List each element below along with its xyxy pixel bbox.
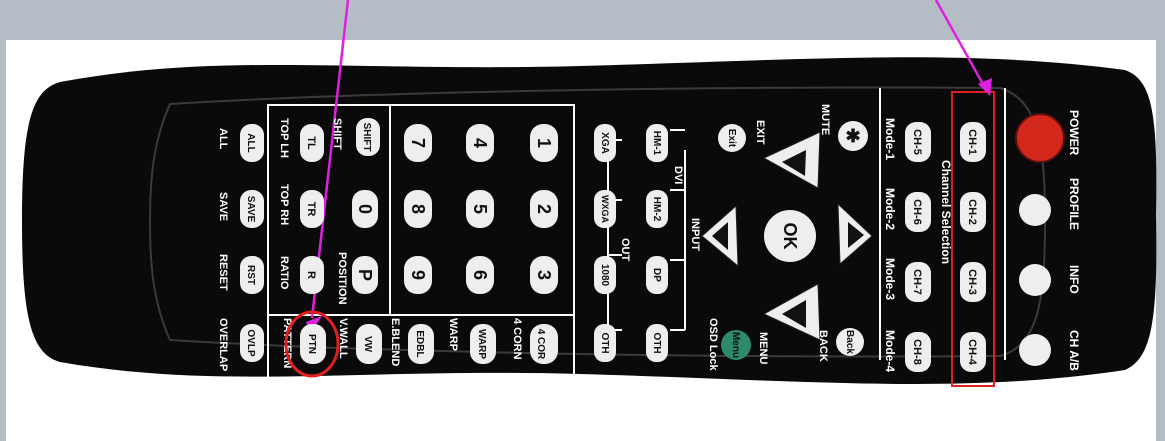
- all-text: ALL: [245, 133, 256, 152]
- ch6-text: CH-6: [911, 199, 923, 225]
- hm1-text: HM-1: [651, 131, 662, 156]
- rst-text: RST: [245, 265, 256, 285]
- mode2-label: Mode-2: [883, 188, 897, 230]
- oth-input-text: OTH: [651, 332, 662, 353]
- ch2-text: CH-2: [966, 199, 978, 225]
- ovlp-text: OVLP: [245, 329, 256, 357]
- out-label: OUT: [619, 238, 631, 262]
- ch7-text: CH-7: [911, 269, 923, 295]
- ch5-text: CH-5: [911, 129, 923, 155]
- ratio-label: RATIO: [278, 256, 290, 290]
- key-5-text: 5: [470, 204, 490, 214]
- key-0-text: 0: [355, 204, 375, 214]
- r-text: R: [305, 271, 317, 279]
- warp-text: WARP: [476, 329, 487, 359]
- ptn-text: PTN: [306, 334, 317, 354]
- edbl-text: EDBL: [414, 330, 425, 357]
- profile-button[interactable]: [1019, 194, 1051, 226]
- osd-lock-label: OSD Lock: [707, 318, 719, 371]
- position-label: POSITION: [336, 252, 348, 305]
- vw-text: VW: [362, 336, 373, 353]
- input-label: INPUT: [689, 218, 701, 251]
- wxga-text: WXGA: [600, 195, 610, 223]
- tr-text: TR: [305, 202, 317, 217]
- cor4-text: 4 COR: [535, 329, 546, 360]
- warp-label: WARP: [447, 318, 459, 351]
- reset-label: RESET: [217, 254, 229, 291]
- shift-label: SHIFT: [331, 118, 343, 150]
- mute-label: MUTE: [819, 104, 831, 135]
- remote-body: [22, 57, 1157, 384]
- shift-text: SHIFT: [361, 123, 372, 152]
- ch1-text: CH-1: [966, 129, 978, 155]
- xga-text: XGA: [599, 132, 610, 154]
- all-label: ALL: [217, 128, 229, 150]
- exit-text: Exit: [726, 129, 737, 148]
- key-2-text: 2: [534, 204, 554, 214]
- r1080-text: 1080: [599, 264, 610, 287]
- key-6-text: 6: [470, 270, 490, 280]
- ch3-text: CH-3: [966, 269, 978, 295]
- info-button[interactable]: [1019, 264, 1051, 296]
- mute-icon: ✱: [845, 126, 860, 146]
- back-text: Back: [844, 330, 855, 354]
- save-label: SAVE: [217, 192, 229, 221]
- dp-text: DP: [651, 268, 662, 282]
- info-label: INFO: [1067, 265, 1081, 294]
- key-9-text: 9: [408, 270, 428, 280]
- key-1-text: 1: [534, 138, 554, 148]
- exit-label: EXIT: [754, 120, 766, 145]
- mode4-label: Mode-4: [883, 330, 897, 372]
- key-4-text: 4: [470, 138, 490, 148]
- ok-text: OK: [780, 223, 800, 250]
- tl-text: TL: [305, 136, 317, 150]
- mode3-label: Mode-3: [883, 258, 897, 300]
- menu-text: Menu: [730, 332, 741, 358]
- hm2-text: HM-2: [651, 197, 662, 222]
- chab-label: CH A/B: [1067, 330, 1081, 371]
- mode1-label: Mode-1: [883, 118, 897, 160]
- channel-selection-label: Channel Selection: [939, 160, 953, 264]
- chab-button[interactable]: [1019, 334, 1051, 366]
- eblend-label: E.BLEND: [389, 318, 401, 366]
- menu-label: MENU: [757, 332, 769, 364]
- dvi-label: DVI: [672, 166, 684, 184]
- overlap-label: OVERLAP: [217, 318, 229, 371]
- ch4-text: CH-4: [966, 339, 978, 366]
- ch8-text: CH-8: [911, 339, 923, 365]
- top-rh-label: TOP RH: [278, 184, 290, 225]
- power-label: POWER: [1067, 110, 1081, 156]
- power-button[interactable]: [1015, 113, 1065, 163]
- save-text: SAVE: [245, 196, 256, 223]
- oth-output-text: OTH: [599, 332, 610, 353]
- profile-label: PROFILE: [1067, 178, 1081, 230]
- top-lh-label: TOP LH: [278, 118, 290, 158]
- remote-control-figure: POWER PROFILE INFO CH A/B CH-1 CH-2 CH-3…: [22, 0, 1157, 387]
- back-label: BACK: [817, 330, 829, 362]
- key-7-text: 7: [408, 138, 428, 148]
- key-p-text: P: [355, 269, 375, 281]
- key-3-text: 3: [534, 270, 554, 280]
- four-corn-label: 4 CORN: [511, 318, 523, 360]
- key-8-text: 8: [408, 204, 428, 214]
